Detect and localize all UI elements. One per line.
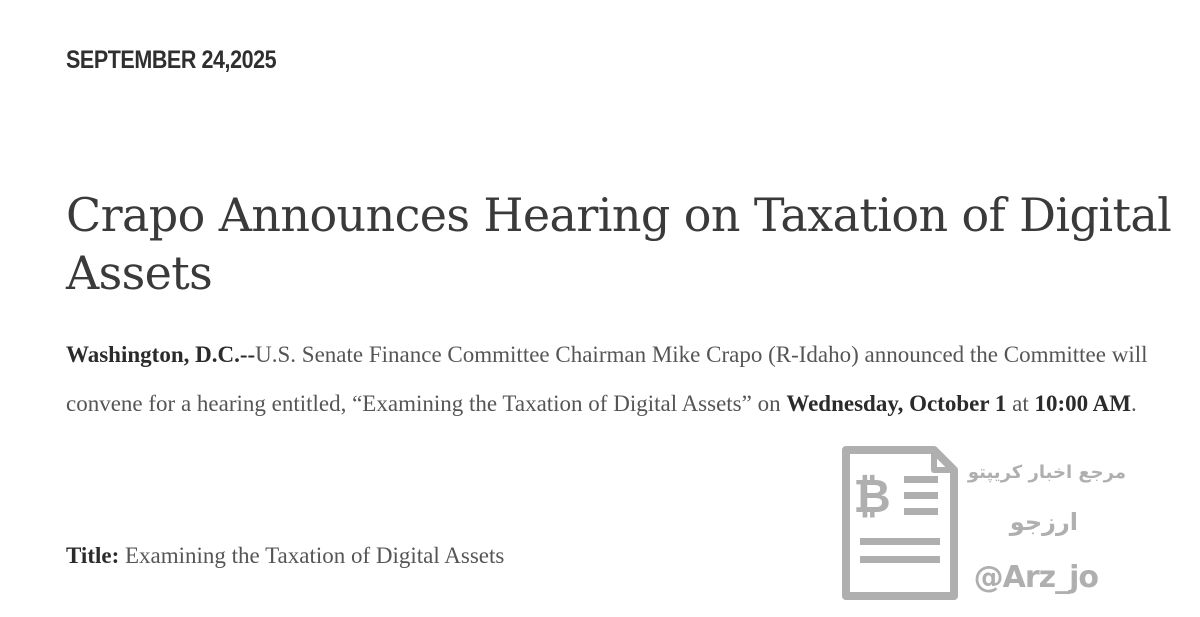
lede-paragraph: Washington, D.C.--U.S. Senate Finance Co… xyxy=(66,330,1176,428)
hearing-time: 10:00 AM xyxy=(1034,391,1131,416)
lede-end: . xyxy=(1130,391,1137,416)
headline: Crapo Announces Hearing on Taxation of D… xyxy=(66,188,1172,300)
dateline: Washington, D.C.-- xyxy=(66,342,256,367)
press-release-page: SEPTEMBER 24,2025 Crapo Announces Hearin… xyxy=(0,0,1200,617)
title-value: Examining the Taxation of Digital Assets xyxy=(119,543,505,568)
bitcoin-document-icon: ₿ xyxy=(842,446,958,600)
lede-at: at xyxy=(1006,391,1035,416)
hearing-day: Wednesday, October 1 xyxy=(786,391,1007,416)
hearing-title: Title: Examining the Taxation of Digital… xyxy=(66,538,504,574)
title-label: Title: xyxy=(66,543,120,568)
svg-text:₿: ₿ xyxy=(853,469,891,523)
watermark-brand: ارزجو xyxy=(1009,508,1078,536)
watermark-handle: @Arz_jo xyxy=(973,560,1099,595)
watermark-tagline: مرجع اخبار کریپتو xyxy=(967,462,1126,483)
release-date: SEPTEMBER 24,2025 xyxy=(66,46,277,74)
watermark: ₿ مرجع اخبار کریپتو ارزجو @Arz_jo xyxy=(838,446,1138,606)
